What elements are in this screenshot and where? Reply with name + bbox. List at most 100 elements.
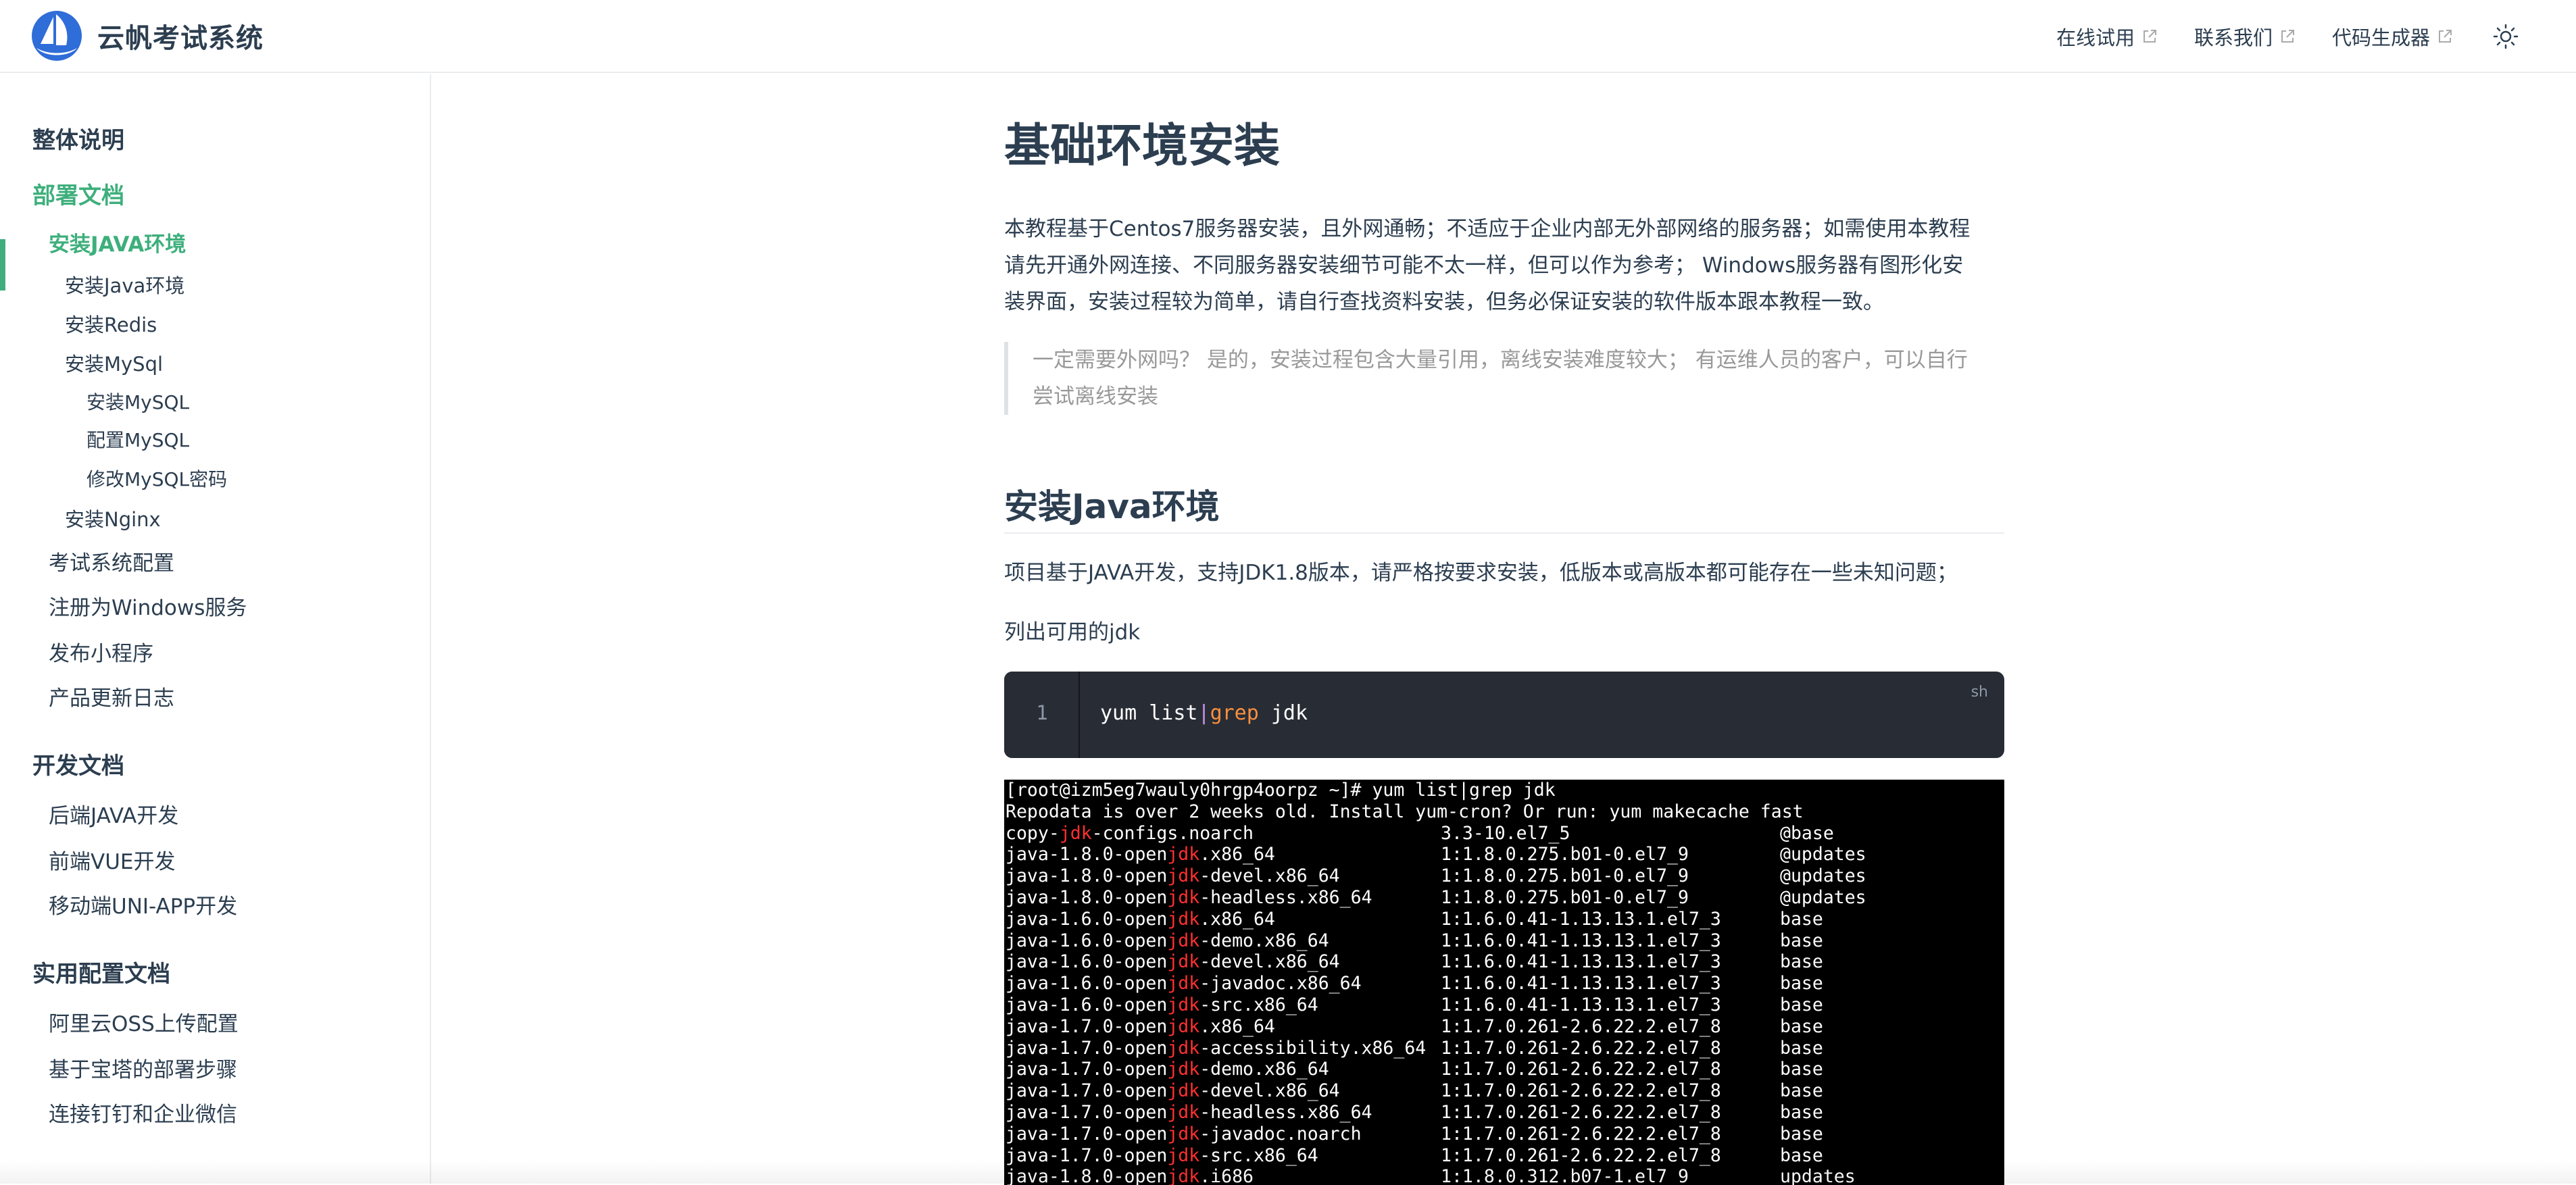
nav-link-contact-us[interactable]: 联系我们 bbox=[2194, 22, 2296, 51]
sidebar-item-dingtalk-wecom[interactable]: 连接钉钉和企业微信 bbox=[49, 1097, 237, 1128]
package-name-part: java-1.8.0-open bbox=[1006, 886, 1168, 908]
package-name-part: java-1.7.0-open bbox=[1006, 1037, 1168, 1059]
package-name: java-1.7.0-openjdk-headless.x86_64 bbox=[1006, 1102, 1441, 1124]
terminal-package-row: java-1.8.0-openjdk.i686 1:1.8.0.312.b07-1… bbox=[1006, 1166, 2004, 1185]
terminal-package-row: java-1.7.0-openjdk-accessibility.x86_64 1… bbox=[1006, 1038, 2004, 1059]
package-name: java-1.7.0-openjdk-devel.x86_64 bbox=[1006, 1080, 1441, 1102]
nav-link-label: 代码生成器 bbox=[2331, 26, 2430, 49]
package-repo: base bbox=[1780, 1015, 1823, 1037]
package-name-part: -demo.x86_64 bbox=[1199, 930, 1329, 951]
sidebar-item-aliyun-oss-config[interactable]: 阿里云OSS上传配置 bbox=[49, 1007, 239, 1037]
site-name: 云帆考试系统 bbox=[97, 23, 264, 54]
sidebar-item-exam-system-config[interactable]: 考试系统配置 bbox=[49, 546, 174, 576]
package-repo: base bbox=[1780, 994, 1823, 1015]
sidebar-item-dev-docs[interactable]: 开发文档 bbox=[32, 747, 124, 780]
nav-link-online-trial[interactable]: 在线试用 bbox=[2056, 22, 2158, 51]
package-name-part: java-1.6.0-open bbox=[1006, 973, 1168, 994]
sidebar-item-install-mysql-group[interactable]: 安装MySql bbox=[65, 349, 163, 377]
package-name: java-1.7.0-openjdk-accessibility.x86_64 bbox=[1006, 1038, 1441, 1059]
nav-link-code-generator[interactable]: 代码生成器 bbox=[2332, 22, 2453, 51]
package-name-highlight: jdk bbox=[1167, 908, 1200, 930]
package-version: 1:1.7.0.261-2.6.22.2.el7_8 bbox=[1441, 1144, 1721, 1166]
package-name: copy-jdk-configs.noarch bbox=[1006, 823, 1441, 844]
package-name-part: .i686 bbox=[1199, 1166, 1254, 1185]
terminal-package-row: java-1.8.0-openjdk-headless.x86_64 1:1.8.… bbox=[1006, 887, 2004, 909]
package-name: java-1.7.0-openjdk-demo.x86_64 bbox=[1006, 1059, 1441, 1080]
note-blockquote: 一定需要外网吗？ 是的，安装过程包含大量引用，离线安装难度较大； 有运维人员的客… bbox=[1004, 342, 2004, 415]
sidebar-item-install-java-env[interactable]: 安装JAVA环境 bbox=[49, 227, 186, 257]
package-name-highlight: jdk bbox=[1167, 994, 1200, 1015]
package-name-part: copy- bbox=[1006, 822, 1060, 844]
code-token-cmd: yum list bbox=[1100, 701, 1198, 725]
package-version: 3.3-10.el7_5 bbox=[1441, 822, 1570, 844]
quote-line: 尝试离线安装 bbox=[1033, 384, 1158, 409]
package-name-part: -src.x86_64 bbox=[1199, 994, 1318, 1015]
package-repo: @updates bbox=[1780, 886, 1866, 908]
package-repo: @updates bbox=[1780, 865, 1866, 887]
package-name: java-1.8.0-openjdk-devel.x86_64 bbox=[1006, 865, 1441, 887]
sidebar-item-backend-java-dev[interactable]: 后端JAVA开发 bbox=[49, 799, 178, 829]
intro-line: 本教程基于Centos7服务器安装，且外网通畅；不适应于企业内部无外部网络的服务… bbox=[1004, 217, 1971, 241]
terminal-notice-line: Repodata is over 2 weeks old. Install yu… bbox=[1006, 801, 1804, 822]
external-link-icon bbox=[2281, 30, 2294, 43]
package-name-highlight: jdk bbox=[1167, 1015, 1200, 1037]
sidebar-item-install-java[interactable]: 安装Java环境 bbox=[65, 270, 184, 299]
package-name: java-1.6.0-openjdk-src.x86_64 bbox=[1006, 994, 1441, 1016]
package-repo: base bbox=[1780, 1080, 1823, 1102]
package-name-highlight: jdk bbox=[1167, 844, 1200, 865]
terminal-package-row: copy-jdk-configs.noarch 3.3-10.el7_5 @base bbox=[1006, 823, 2004, 844]
code-block[interactable]: 1 yum list|grep jdk sh bbox=[1004, 672, 2004, 758]
brand-home-link[interactable]: 云帆考试系统 bbox=[31, 10, 264, 61]
package-name-part: -headless.x86_64 bbox=[1199, 1101, 1372, 1123]
sidebar-item-frontend-vue-dev[interactable]: 前端VUE开发 bbox=[49, 844, 175, 875]
terminal-package-row: java-1.8.0-openjdk-devel.x86_64 1:1.8.0.2… bbox=[1006, 865, 2004, 887]
package-name-part: .x86_64 bbox=[1199, 908, 1275, 930]
package-name-part: .x86_64 bbox=[1199, 844, 1275, 865]
package-name: java-1.6.0-openjdk-demo.x86_64 bbox=[1006, 930, 1441, 952]
docs-sidebar: 整体说明 部署文档 安装JAVA环境 安装Java环境 安装Redis 安装My… bbox=[0, 74, 431, 1184]
terminal-package-row: java-1.6.0-openjdk-demo.x86_64 1:1.6.0.41… bbox=[1006, 930, 2004, 952]
package-name: java-1.8.0-openjdk.i686 bbox=[1006, 1166, 1441, 1185]
package-version: 1:1.8.0.275.b01-0.el7_9 bbox=[1441, 865, 1689, 887]
terminal-package-row: java-1.7.0-openjdk.x86_64 1:1.7.0.261-2.6… bbox=[1006, 1016, 2004, 1038]
package-name-part: java-1.7.0-open bbox=[1006, 1059, 1168, 1080]
sidebar-item-overview[interactable]: 整体说明 bbox=[32, 122, 124, 155]
sidebar-item-baota-deploy[interactable]: 基于宝塔的部署步骤 bbox=[49, 1053, 237, 1083]
package-name-part: -devel.x86_64 bbox=[1199, 1080, 1340, 1102]
package-name-highlight: jdk bbox=[1167, 1123, 1200, 1144]
sun-theme-toggle-icon[interactable] bbox=[2492, 23, 2519, 50]
sidebar-item-practical-config-docs[interactable]: 实用配置文档 bbox=[32, 955, 170, 988]
sidebar-item-publish-mini-program[interactable]: 发布小程序 bbox=[49, 636, 153, 667]
package-name: java-1.6.0-openjdk-javadoc.x86_64 bbox=[1006, 973, 1441, 994]
package-name-part: java-1.8.0-open bbox=[1006, 865, 1168, 887]
package-repo: base bbox=[1780, 1059, 1823, 1080]
package-name-part: java-1.8.0-open bbox=[1006, 1166, 1168, 1185]
package-repo: base bbox=[1780, 1101, 1823, 1123]
package-repo: base bbox=[1780, 1123, 1823, 1144]
nav-link-label: 联系我们 bbox=[2194, 26, 2273, 49]
sidebar-active-indicator bbox=[0, 239, 5, 291]
sidebar-item-deployment-docs[interactable]: 部署文档 bbox=[32, 177, 124, 210]
sidebar-item-windows-service[interactable]: 注册为Windows服务 bbox=[49, 590, 247, 621]
list-jdk-paragraph: 列出可用的jdk bbox=[1004, 620, 1141, 645]
package-name: java-1.6.0-openjdk-devel.x86_64 bbox=[1006, 951, 1441, 973]
package-name: java-1.7.0-openjdk-javadoc.noarch bbox=[1006, 1124, 1441, 1145]
sidebar-item-install-nginx[interactable]: 安装Nginx bbox=[65, 504, 161, 532]
sidebar-item-change-mysql-password[interactable]: 修改MySQL密码 bbox=[86, 465, 227, 492]
package-version: 1:1.7.0.261-2.6.22.2.el7_8 bbox=[1441, 1015, 1721, 1037]
sidebar-item-install-redis[interactable]: 安装Redis bbox=[65, 309, 157, 338]
package-name-highlight: jdk bbox=[1167, 1101, 1200, 1123]
top-nav-links: 在线试用 联系我们 代码生成器 bbox=[2056, 0, 2576, 73]
terminal-package-row: java-1.8.0-openjdk.x86_64 1:1.8.0.275.b01… bbox=[1006, 844, 2004, 865]
package-name-highlight: jdk bbox=[1167, 1166, 1200, 1185]
sidebar-item-configure-mysql[interactable]: 配置MySQL bbox=[86, 426, 189, 453]
package-version: 1:1.7.0.261-2.6.22.2.el7_8 bbox=[1441, 1037, 1721, 1059]
sidebar-item-install-mysql[interactable]: 安装MySQL bbox=[86, 388, 189, 415]
code-token-arg: jdk bbox=[1258, 701, 1308, 725]
package-name-highlight: jdk bbox=[1167, 865, 1200, 887]
sidebar-item-mobile-uniapp-dev[interactable]: 移动端UNI-APP开发 bbox=[49, 889, 237, 919]
package-version: 1:1.7.0.261-2.6.22.2.el7_8 bbox=[1441, 1080, 1721, 1102]
sidebar-item-changelog[interactable]: 产品更新日志 bbox=[49, 681, 174, 711]
package-name-highlight: jdk bbox=[1167, 1059, 1200, 1080]
code-token-grep: grep bbox=[1210, 701, 1259, 725]
